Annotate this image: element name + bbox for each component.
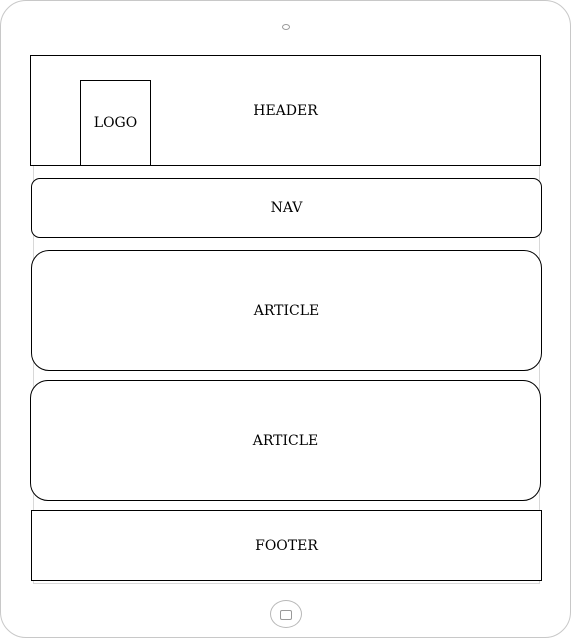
header-label: HEADER — [253, 103, 318, 119]
article-block-2: ARTICLE — [30, 380, 541, 501]
nav-block: NAV — [31, 178, 542, 238]
article-label-2: ARTICLE — [252, 432, 319, 449]
camera-icon — [282, 24, 290, 30]
article-block-1: ARTICLE — [31, 250, 542, 371]
logo-block: LOGO — [80, 80, 151, 166]
footer-block: FOOTER — [31, 510, 542, 581]
article-label-1: ARTICLE — [253, 302, 320, 319]
home-square-icon — [280, 610, 292, 620]
logo-label: LOGO — [93, 115, 138, 131]
footer-label: FOOTER — [255, 537, 318, 554]
nav-label: NAV — [270, 200, 303, 216]
